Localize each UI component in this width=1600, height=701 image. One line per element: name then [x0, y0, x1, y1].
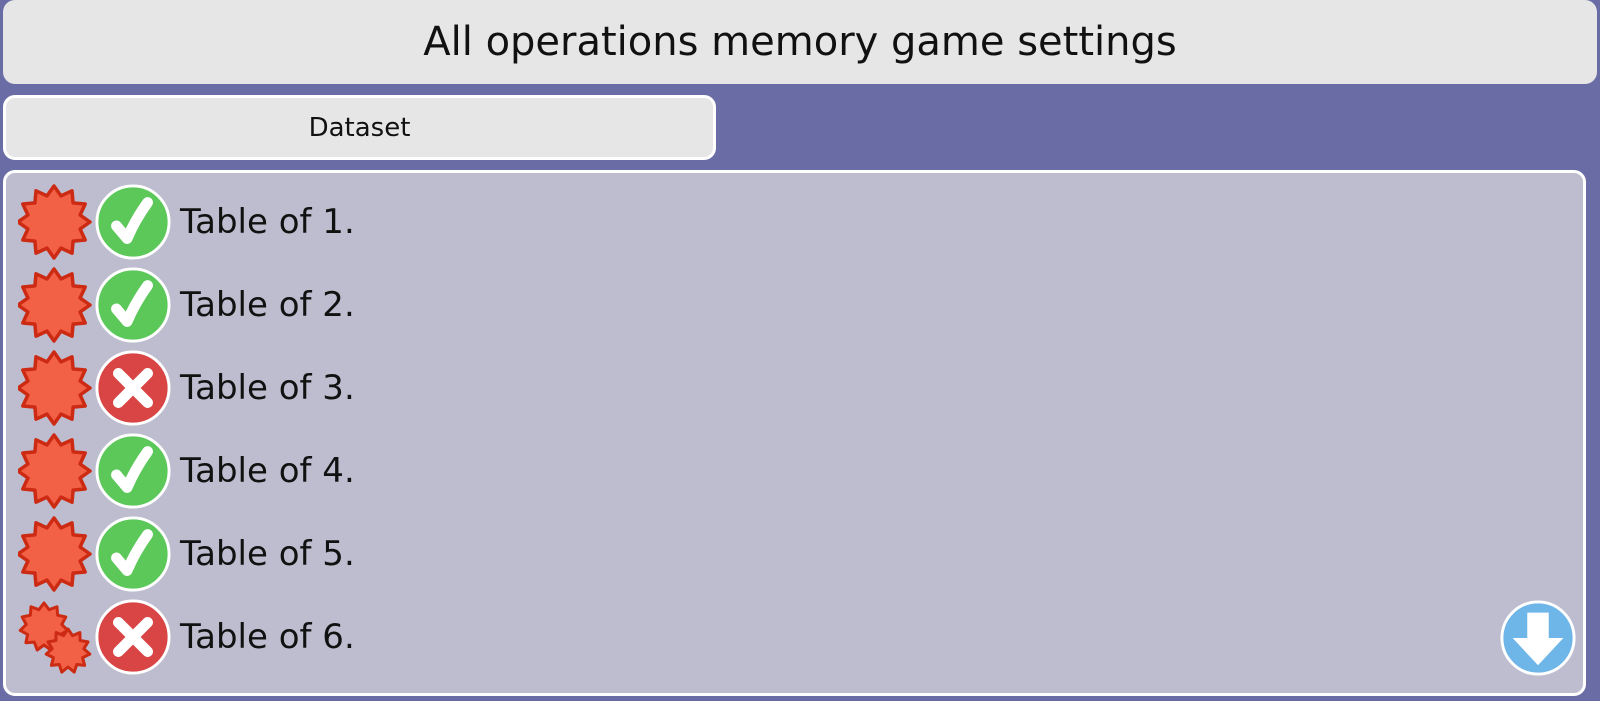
star-burst-icon — [18, 267, 92, 343]
star-burst-icon — [18, 184, 92, 260]
list-item-label: Table of 6. — [180, 617, 355, 657]
page-title: All operations memory game settings — [3, 0, 1597, 84]
list-item-label: Table of 4. — [180, 451, 355, 491]
list-item-label: Table of 1. — [180, 202, 355, 242]
star-burst-icon — [18, 350, 92, 426]
list-item[interactable]: Table of 1. — [18, 182, 355, 262]
dataset-list-panel: Table of 1. Table of 2. Table of 3. Table o… — [3, 170, 1586, 696]
cross-icon[interactable] — [94, 598, 172, 676]
cross-icon[interactable] — [94, 349, 172, 427]
star-burst-icon — [18, 516, 92, 592]
check-icon[interactable] — [94, 183, 172, 261]
tab-dataset[interactable]: Dataset — [3, 95, 716, 160]
list-item[interactable]: Table of 2. — [18, 265, 355, 345]
check-icon[interactable] — [94, 266, 172, 344]
scroll-down-button[interactable] — [1499, 599, 1577, 677]
list-item[interactable]: Table of 3. — [18, 348, 355, 428]
list-item-label: Table of 2. — [180, 285, 355, 325]
double-star-burst-icon — [18, 601, 92, 674]
list-item[interactable]: Table of 6. — [18, 597, 355, 677]
list-item-label: Table of 5. — [180, 534, 355, 574]
check-icon[interactable] — [94, 515, 172, 593]
list-item-label: Table of 3. — [180, 368, 355, 408]
list-item[interactable]: Table of 4. — [18, 431, 355, 511]
star-burst-icon — [18, 433, 92, 509]
list-item[interactable]: Table of 5. — [18, 514, 355, 594]
check-icon[interactable] — [94, 432, 172, 510]
